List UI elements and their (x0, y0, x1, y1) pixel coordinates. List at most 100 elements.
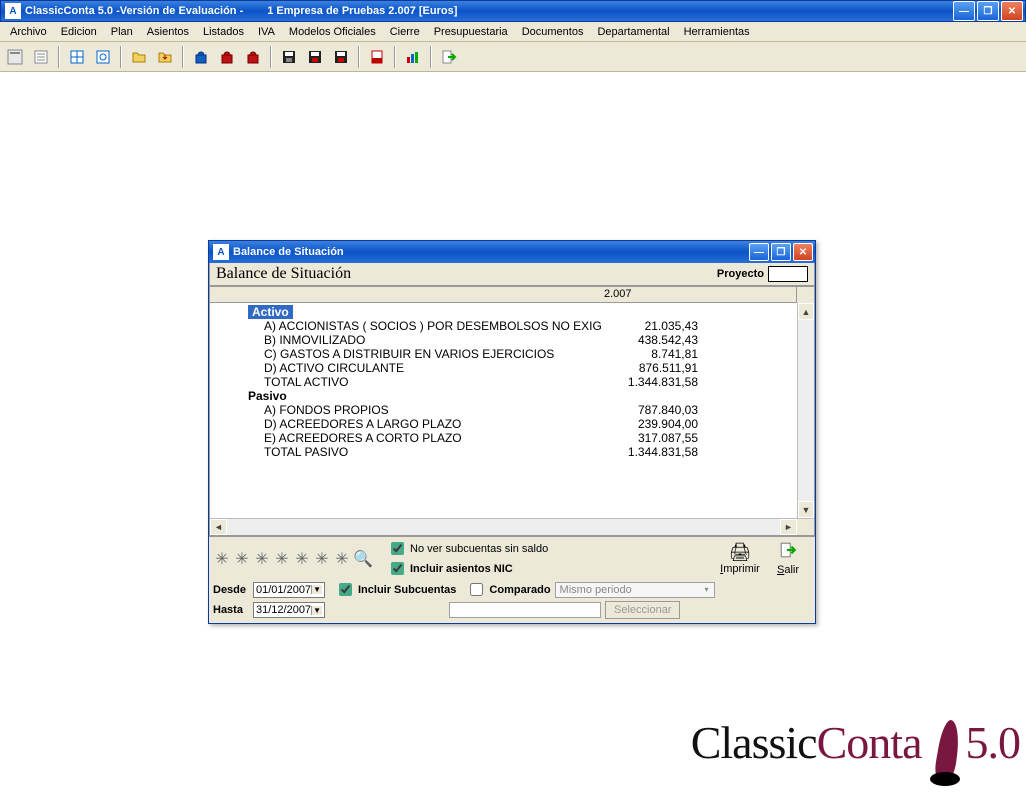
table-row[interactable]: B) INMOVILIZADO438.542,43 (212, 333, 797, 347)
tool-bag-red2-icon[interactable] (242, 46, 264, 68)
periodo-combo[interactable] (449, 602, 601, 618)
seleccionar-button: Seleccionar (605, 601, 680, 619)
dropdown-icon[interactable]: ▾ (700, 585, 714, 594)
zoom-tool-icon[interactable]: ✳ (213, 549, 231, 569)
dropdown-icon[interactable]: ▼ (311, 606, 322, 615)
menu-asientos[interactable]: Asientos (141, 24, 195, 40)
table-row[interactable]: A) FONDOS PROPIOS787.840,03 (212, 403, 797, 417)
grid-content[interactable]: Activo A) ACCIONISTAS ( SOCIOS ) POR DES… (210, 303, 797, 518)
tool-bag-red-icon[interactable] (216, 46, 238, 68)
dialog-title: Balance de Situación (233, 246, 344, 258)
dialog-close-button[interactable]: ✕ (793, 243, 813, 261)
vertical-scrollbar[interactable]: ▲ ▼ (797, 303, 814, 518)
menu-modelos[interactable]: Modelos Oficiales (283, 24, 382, 40)
scroll-up-icon[interactable]: ▲ (798, 303, 814, 320)
main-titlebar: A ClassicConta 5.0 -Versión de Evaluació… (0, 0, 1026, 22)
menu-departamental[interactable]: Departamental (591, 24, 675, 40)
dropdown-icon[interactable]: ▼ (311, 585, 322, 594)
desde-date-input[interactable]: 01/01/2007 ▼ (253, 582, 325, 598)
proyecto-input[interactable] (768, 266, 808, 282)
menu-herramientas[interactable]: Herramientas (678, 24, 756, 40)
chk-comparado-input[interactable] (470, 583, 483, 596)
menu-archivo[interactable]: Archivo (4, 24, 53, 40)
hasta-date-input[interactable]: 31/12/2007 ▼ (253, 602, 325, 618)
tool-pdf-icon[interactable] (366, 46, 388, 68)
main-title-left: ClassicConta 5.0 -Versión de Evaluación … (25, 5, 243, 17)
main-close-button[interactable]: ✕ (1001, 1, 1023, 21)
exit-icon (779, 541, 797, 564)
row-value: 21.035,43 (602, 319, 702, 333)
tool-bag-blue-icon[interactable] (190, 46, 212, 68)
comparado-combo[interactable]: Mismo periodo ▾ (555, 582, 715, 598)
zoom-tool-icon[interactable]: ✳ (293, 549, 311, 569)
salir-button[interactable]: Salir (765, 541, 811, 576)
table-row[interactable]: TOTAL ACTIVO1.344.831,58 (212, 375, 797, 389)
activo-section-title: Activo (248, 305, 293, 319)
row-value: 317.087,55 (602, 431, 702, 445)
scroll-left-icon[interactable]: ◄ (210, 519, 227, 535)
chk-incluir-nic-input[interactable] (391, 562, 404, 575)
tool-chart-icon[interactable] (402, 46, 424, 68)
menu-iva[interactable]: IVA (252, 24, 281, 40)
table-row[interactable]: D) ACTIVO CIRCULANTE876.511,91 (212, 361, 797, 375)
tool-grid-icon[interactable] (66, 46, 88, 68)
tool-exit-icon[interactable] (438, 46, 460, 68)
dialog-header-title: Balance de Situación (216, 265, 351, 283)
logo-word1: Classic (691, 716, 817, 769)
zoom-tool-icon[interactable]: ✳ (313, 549, 331, 569)
menu-listados[interactable]: Listados (197, 24, 250, 40)
menu-presupuestaria[interactable]: Presupuestaria (428, 24, 514, 40)
tool-save3-icon[interactable] (330, 46, 352, 68)
horizontal-scrollbar[interactable]: ◄ ► (210, 518, 814, 535)
menu-plan[interactable]: Plan (105, 24, 139, 40)
table-row[interactable]: D) ACREEDORES A LARGO PLAZO239.904,00 (212, 417, 797, 431)
zoom-tool-icon[interactable]: ✳ (333, 549, 351, 569)
row-label: A) ACCIONISTAS ( SOCIOS ) POR DESEMBOLSO… (212, 319, 602, 333)
column-header: 2.007 (210, 287, 814, 303)
chk-incluir-subcuentas-label: Incluir Subcuentas (358, 584, 456, 596)
menu-edicion[interactable]: Edicion (55, 24, 103, 40)
table-row[interactable]: E) ACREEDORES A CORTO PLAZO317.087,55 (212, 431, 797, 445)
salir-label: Salir (777, 564, 799, 576)
tool-save1-icon[interactable] (278, 46, 300, 68)
row-label: C) GASTOS A DISTRIBUIR EN VARIOS EJERCIC… (212, 347, 602, 361)
comparado-combo-value: Mismo periodo (560, 584, 632, 596)
pasivo-section-title: Pasivo (212, 389, 287, 403)
tool-folder-in-icon[interactable] (154, 46, 176, 68)
menu-documentos[interactable]: Documentos (516, 24, 590, 40)
imprimir-button[interactable]: 🖨 Imprimir (717, 542, 763, 575)
toolbar (0, 42, 1026, 72)
chk-incluir-subcuentas-input[interactable] (339, 583, 352, 596)
row-label: B) INMOVILIZADO (212, 333, 602, 347)
chk-incluir-nic-label: Incluir asientos NIC (410, 563, 513, 575)
tool-edit-icon[interactable] (4, 46, 26, 68)
table-row[interactable]: C) GASTOS A DISTRIBUIR EN VARIOS EJERCIC… (212, 347, 797, 361)
table-row[interactable]: A) ACCIONISTAS ( SOCIOS ) POR DESEMBOLSO… (212, 319, 797, 333)
chk-comparado[interactable]: Comparado (466, 580, 550, 599)
row-value: 239.904,00 (602, 417, 702, 431)
menu-cierre[interactable]: Cierre (384, 24, 426, 40)
chk-incluir-subcuentas[interactable]: Incluir Subcuentas (335, 580, 456, 599)
printer-icon: 🖨 (729, 542, 752, 563)
table-row[interactable]: TOTAL PASIVO1.344.831,58 (212, 445, 797, 459)
dialog-minimize-button[interactable]: — (749, 243, 769, 261)
chk-no-ver-subcuentas-input[interactable] (391, 542, 404, 555)
tool-list-icon[interactable] (30, 46, 52, 68)
tool-save2-icon[interactable] (304, 46, 326, 68)
chk-no-ver-subcuentas[interactable]: No ver subcuentas sin saldo (387, 539, 548, 558)
zoom-tool-icon[interactable]: ✳ (253, 549, 271, 569)
zoom-tool-icon[interactable]: ✳ (233, 549, 251, 569)
row-label: E) ACREEDORES A CORTO PLAZO (212, 431, 602, 445)
main-minimize-button[interactable]: — (953, 1, 975, 21)
row-value: 787.840,03 (602, 403, 702, 417)
chk-incluir-nic[interactable]: Incluir asientos NIC (387, 559, 548, 578)
main-maximize-button[interactable]: ❐ (977, 1, 999, 21)
scroll-down-icon[interactable]: ▼ (798, 501, 814, 518)
row-label: A) FONDOS PROPIOS (212, 403, 602, 417)
dialog-maximize-button[interactable]: ❐ (771, 243, 791, 261)
zoom-tool-icon[interactable]: ✳ (273, 549, 291, 569)
magnifier-icon[interactable]: 🔍 (353, 549, 371, 569)
tool-folder-open-icon[interactable] (128, 46, 150, 68)
tool-find-icon[interactable] (92, 46, 114, 68)
scroll-right-icon[interactable]: ► (780, 519, 797, 535)
